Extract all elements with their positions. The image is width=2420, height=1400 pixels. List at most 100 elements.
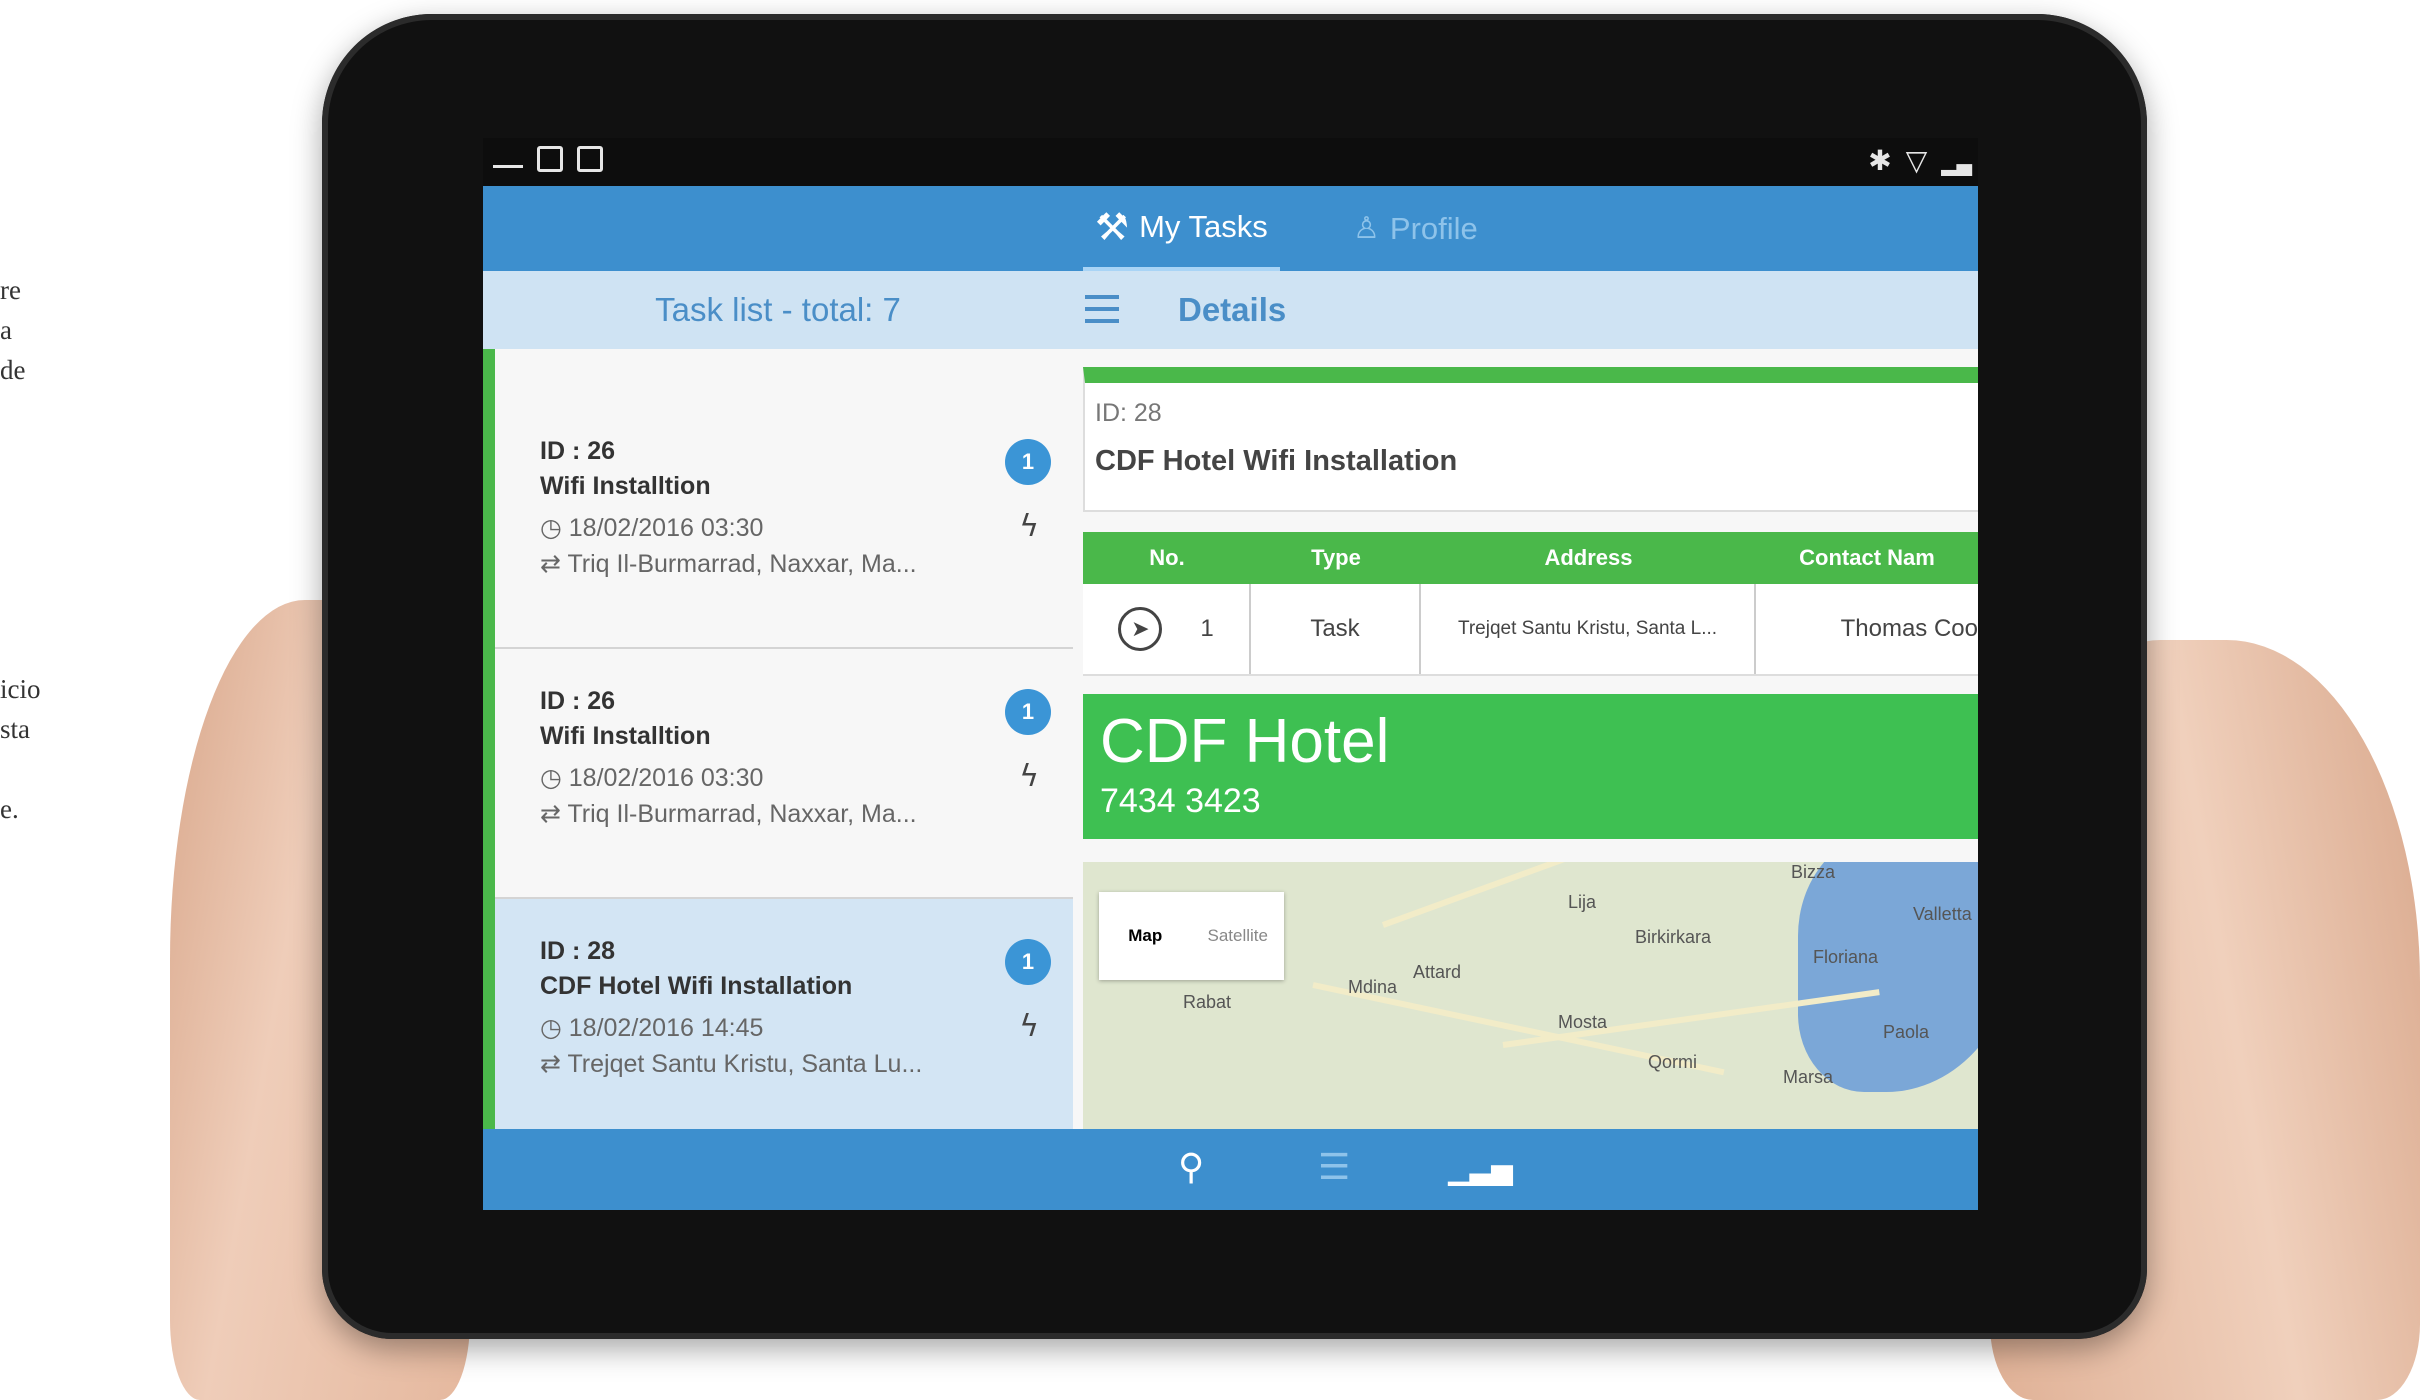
table-cell-no: ➤ 1 xyxy=(1083,584,1251,674)
map-label: Mosta xyxy=(1558,1012,1608,1032)
task-address-value: Triq Il-Burmarrad, Naxxar, Ma... xyxy=(567,800,917,828)
task-count-badge: 1 xyxy=(1005,939,1051,985)
map-sea xyxy=(1798,862,1978,1092)
map-label: Bizza xyxy=(1791,862,1836,882)
column-header: Address xyxy=(1544,545,1633,570)
background-text-line: icio xyxy=(0,674,41,704)
clock-icon: ◷ xyxy=(540,764,569,792)
task-address: ⇄ Triq Il-Burmarrad, Naxxar, Ma... xyxy=(540,549,1073,579)
map-label: Floriana xyxy=(1813,947,1879,967)
hamburger-menu-icon[interactable] xyxy=(1085,295,1119,323)
task-list-title: Task list - total: 7 xyxy=(655,291,901,328)
task-address-value: Triq Il-Burmarrad, Naxxar, Ma... xyxy=(567,550,917,578)
map-label: Attard xyxy=(1413,962,1462,982)
task-list: ID : 26 Wifi Installtion ◷ 18/02/2016 03… xyxy=(483,349,1073,1129)
task-list-header: Task list - total: 7 xyxy=(483,271,1073,349)
background-text-line: a xyxy=(0,315,12,345)
map-label: Mdina xyxy=(1348,977,1398,997)
top-tab-bar: ⚒ My Tasks ♙ Profile xyxy=(483,186,1978,271)
priority-bolt-icon: ϟ xyxy=(1019,509,1039,544)
task-date-value: 18/02/2016 03:30 xyxy=(568,514,764,542)
task-card[interactable]: ID : 26 Wifi Installtion ◷ 18/02/2016 03… xyxy=(495,399,1073,649)
map-label: Birkirkara xyxy=(1635,927,1712,947)
task-date: ◷ 18/02/2016 03:30 xyxy=(540,513,1073,543)
stats-icon[interactable]: ▁▃▅ xyxy=(1448,1153,1513,1186)
details-title: Details xyxy=(1178,291,1287,328)
image-icon xyxy=(577,146,603,172)
background-text-line: re xyxy=(0,275,21,305)
background-text-middle: icio sta e. xyxy=(0,669,41,829)
clock-icon: ◷ xyxy=(540,514,569,542)
document-icon xyxy=(537,146,563,172)
column-header: Contact Nam xyxy=(1799,545,1935,570)
clock-icon: ◷ xyxy=(540,1014,569,1042)
task-count-badge: 1 xyxy=(1005,439,1051,485)
tab-label: Profile xyxy=(1389,210,1478,246)
background-text-line: sta xyxy=(0,714,30,744)
map-label: Marsa xyxy=(1783,1067,1834,1087)
navigate-arrow-icon[interactable]: ➤ xyxy=(1118,607,1163,651)
task-id: ID : 28 xyxy=(540,937,616,965)
task-date-value: 18/02/2016 14:45 xyxy=(568,1014,764,1042)
priority-bolt-icon: ϟ xyxy=(1019,1009,1039,1044)
table-cell-address: Trejqet Santu Kristu, Santa L... xyxy=(1421,584,1756,674)
status-bar: ✱ ▽ ▂▄ xyxy=(483,138,1978,186)
wifi-icon: ▽ xyxy=(1905,144,1928,177)
tab-label: My Tasks xyxy=(1139,208,1268,244)
task-table: No. Type Address Contact Nam ➤ 1 Task Tr… xyxy=(1083,532,1978,676)
bottom-toolbar: ⚲ ☰ ▁▃▅ xyxy=(483,1129,1978,1210)
table-cell-type: Task xyxy=(1251,584,1421,674)
task-title: CDF Hotel Wifi Installation xyxy=(540,972,853,1000)
task-id: ID : 26 xyxy=(540,687,616,715)
task-title: Wifi Installtion xyxy=(540,722,711,750)
background-text-line: de xyxy=(0,355,26,385)
detail-task-id: ID: 28 xyxy=(1095,399,1162,427)
navigate-icon: ⇄ xyxy=(540,1050,568,1078)
list-accent-bar xyxy=(483,349,495,1129)
tab-my-tasks[interactable]: ⚒ My Tasks xyxy=(1083,186,1280,271)
screen-cast-icon xyxy=(493,152,523,168)
table-cell-contact: Thomas Coo xyxy=(1840,615,1978,642)
details-header: Details xyxy=(1073,271,1978,349)
task-address: ⇄ Triq Il-Burmarrad, Naxxar, Ma... xyxy=(540,799,1073,829)
priority-bolt-icon: ϟ xyxy=(1019,759,1039,794)
tablet-screen: ✱ ▽ ▂▄ ⚒ My Tasks ♙ Profile Task list - … xyxy=(483,138,1978,1210)
search-icon[interactable]: ⚲ xyxy=(1178,1147,1204,1188)
task-title: Wifi Installtion xyxy=(540,472,711,500)
location-map[interactable]: Map Satellite Lija Birkirkara Valletta F… xyxy=(1083,862,1978,1129)
contact-name: CDF Hotel xyxy=(1100,707,1390,776)
contact-card: CDF Hotel 7434 3423 xyxy=(1083,694,1978,839)
filter-icon[interactable]: ☰ xyxy=(1318,1147,1350,1188)
bluetooth-icon: ✱ xyxy=(1868,144,1892,177)
task-date-value: 18/02/2016 03:30 xyxy=(568,764,764,792)
map-label: Qormi xyxy=(1648,1052,1697,1072)
signal-icon: ▂▄ xyxy=(1941,152,1972,176)
task-address-value: Trejqet Santu Kristu, Santa Lu... xyxy=(567,1050,923,1078)
task-card-selected[interactable]: ID : 28 CDF Hotel Wifi Installation ◷ 18… xyxy=(495,899,1073,1129)
map-label: Valletta xyxy=(1913,904,1972,924)
task-date: ◷ 18/02/2016 14:45 xyxy=(540,1013,1073,1043)
details-panel: ID: 28 CDF Hotel Wifi Installation No. T… xyxy=(1073,349,1978,1129)
map-toggle-satellite[interactable]: Satellite xyxy=(1192,892,1285,980)
table-row[interactable]: ➤ 1 Task Trejqet Santu Kristu, Santa L..… xyxy=(1083,584,1978,676)
column-header: Type xyxy=(1311,545,1361,570)
task-card[interactable]: ID : 26 Wifi Installtion ◷ 18/02/2016 03… xyxy=(495,649,1073,899)
task-count-badge: 1 xyxy=(1005,689,1051,735)
map-type-toggle: Map Satellite xyxy=(1099,892,1284,980)
tools-icon: ⚒ xyxy=(1095,204,1130,249)
map-toggle-map[interactable]: Map xyxy=(1099,892,1192,980)
background-text-top: re a de xyxy=(0,270,25,390)
map-label: Lija xyxy=(1568,892,1597,912)
tab-profile[interactable]: ♙ Profile xyxy=(1353,186,1478,271)
detail-task-title: CDF Hotel Wifi Installation xyxy=(1095,445,1458,477)
person-icon: ♙ xyxy=(1353,211,1380,246)
task-address: ⇄ Trejqet Santu Kristu, Santa Lu... xyxy=(540,1049,1073,1079)
map-label: Paola xyxy=(1883,1022,1930,1042)
task-date: ◷ 18/02/2016 03:30 xyxy=(540,763,1073,793)
background-text-line xyxy=(0,749,41,789)
task-id: ID : 26 xyxy=(540,437,616,465)
navigate-icon: ⇄ xyxy=(540,800,568,828)
contact-phone[interactable]: 7434 3423 xyxy=(1100,782,1261,821)
table-header: No. Type Address Contact Nam xyxy=(1083,532,1978,584)
background-text-line: e. xyxy=(0,794,19,824)
